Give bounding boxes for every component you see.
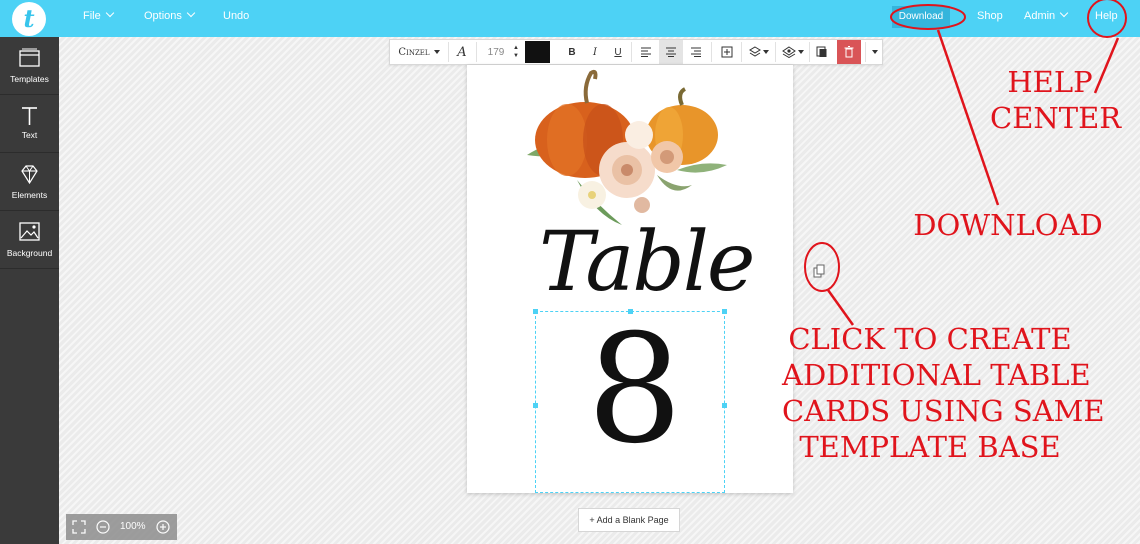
align-center-button[interactable]	[659, 40, 683, 64]
sidebar-item-label: Background	[6, 248, 53, 258]
help-center-annotation: HELP CENTER	[990, 65, 1122, 135]
align-right-icon	[691, 47, 701, 57]
shop-link[interactable]: Shop	[977, 10, 1003, 22]
align-center-icon	[666, 47, 676, 57]
caret-down-icon	[871, 50, 878, 54]
fullscreen-icon[interactable]	[72, 520, 86, 534]
download-button[interactable]: Download	[892, 6, 950, 28]
table-number-text[interactable]: 8	[587, 315, 682, 465]
eye-layers-icon	[782, 46, 796, 58]
font-size-stepper[interactable]: ▲ ▼	[512, 40, 520, 64]
align-left-icon	[641, 47, 651, 57]
chevron-down-icon	[105, 8, 114, 18]
resize-handle[interactable]	[533, 403, 538, 408]
options-menu[interactable]: Options	[144, 8, 196, 22]
align-left-button[interactable]	[635, 40, 657, 64]
file-menu[interactable]: File	[83, 8, 114, 22]
app-logo[interactable]: t	[12, 2, 46, 36]
help-link[interactable]: Help	[1095, 10, 1118, 22]
chevron-down-icon	[1059, 8, 1069, 18]
table-title-text[interactable]: Table	[539, 215, 755, 310]
download-annotation: DOWNLOAD	[913, 208, 1103, 242]
add-box-icon	[721, 46, 733, 58]
zoom-out-icon[interactable]	[96, 520, 110, 534]
layers-dropdown[interactable]	[744, 40, 774, 64]
sidebar-item-elements[interactable]: Elements	[0, 153, 59, 211]
text-toolbar: Cinzel A 179 ▲ ▼ B I U	[389, 39, 883, 65]
pumpkin-floral-illustration[interactable]	[517, 65, 747, 235]
align-right-button[interactable]	[685, 40, 707, 64]
top-bar: t File Options Undo Download Shop Admin …	[0, 0, 1140, 37]
chevron-down-icon	[186, 8, 196, 18]
sidebar: Templates Text Elements Background	[0, 37, 59, 544]
layers-icon	[749, 46, 761, 57]
duplicate-button[interactable]	[811, 40, 833, 64]
undo-button[interactable]: Undo	[223, 10, 249, 22]
resize-handle[interactable]	[533, 309, 538, 314]
caret-down-icon	[798, 50, 804, 54]
sidebar-item-label: Elements	[11, 190, 48, 200]
font-style-icon[interactable]: A	[449, 40, 475, 64]
sidebar-item-background[interactable]: Background	[0, 211, 59, 269]
image-icon	[19, 222, 40, 241]
templates-icon	[19, 48, 40, 67]
delete-button[interactable]	[837, 40, 861, 64]
zoom-level: 100%	[120, 521, 146, 532]
font-size-input[interactable]: 179	[478, 40, 514, 64]
underline-button[interactable]: U	[607, 40, 629, 64]
more-options-dropdown[interactable]	[866, 40, 883, 64]
sidebar-item-label: Text	[21, 130, 38, 140]
zoom-in-icon[interactable]	[156, 520, 170, 534]
text-icon	[22, 107, 37, 125]
resize-handle[interactable]	[722, 309, 727, 314]
resize-handle[interactable]	[722, 403, 727, 408]
sidebar-item-label: Templates	[10, 74, 49, 84]
trash-icon	[844, 46, 854, 58]
caret-down-icon	[763, 50, 769, 54]
bold-button[interactable]: B	[561, 40, 583, 64]
diamond-icon	[21, 165, 38, 185]
italic-button[interactable]: I	[584, 40, 606, 64]
create-cards-annotation: CLICK TO CREATE ADDITIONAL TABLE CARDS U…	[782, 322, 1105, 464]
zoom-control: 100%	[66, 514, 177, 540]
sidebar-item-text[interactable]: Text	[0, 95, 59, 153]
add-text-box-button[interactable]	[716, 40, 738, 64]
copy-icon	[816, 46, 827, 57]
admin-menu[interactable]: Admin	[1024, 8, 1069, 22]
visibility-dropdown[interactable]	[778, 40, 808, 64]
sidebar-item-templates[interactable]: Templates	[0, 37, 59, 95]
duplicate-page-icon[interactable]	[812, 264, 826, 278]
font-family-dropdown[interactable]: Cinzel	[390, 40, 448, 64]
add-blank-page-button[interactable]: + Add a Blank Page	[578, 508, 680, 532]
caret-down-icon	[433, 50, 440, 54]
table-card-page[interactable]: Table 8	[467, 65, 793, 493]
text-color-swatch[interactable]	[524, 41, 551, 63]
